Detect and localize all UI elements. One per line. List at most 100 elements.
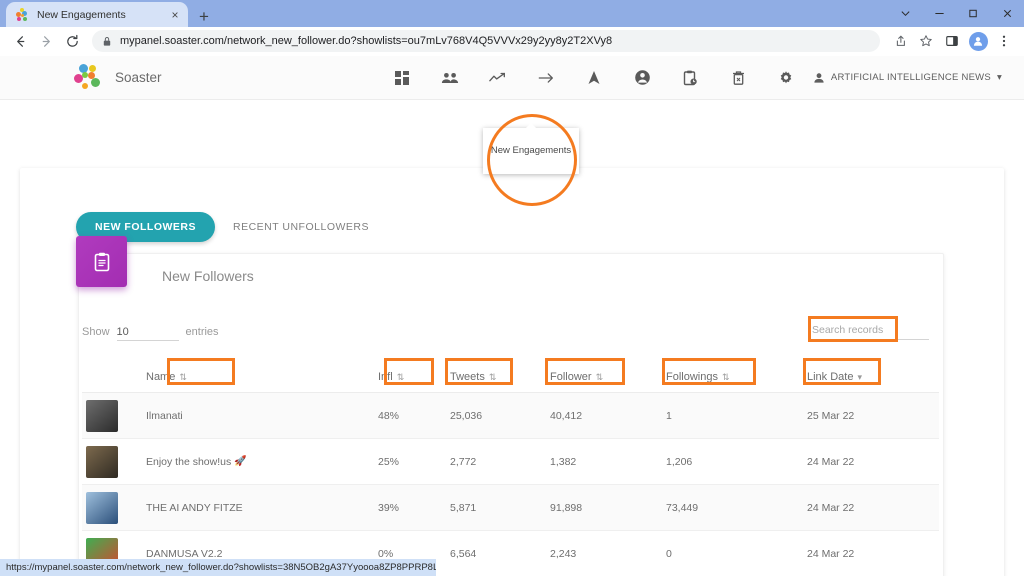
follower-name: THE AI ANDY FITZE	[146, 501, 243, 514]
cell-link-date: 24 Mar 22	[803, 484, 939, 531]
follower-name: Enjoy the show!us	[146, 455, 232, 468]
new-tab-button[interactable]: +	[199, 8, 209, 25]
back-icon[interactable]	[8, 29, 32, 53]
tab-title: New Engagements	[37, 8, 126, 21]
cell-follower: 91,898	[546, 484, 662, 531]
browser-tab[interactable]: New Engagements ×	[6, 2, 188, 27]
follower-name: DANMUSA V2.2	[146, 547, 223, 560]
clipboard-icon	[76, 236, 127, 287]
reload-icon[interactable]	[60, 29, 84, 53]
trash-delete-icon[interactable]	[728, 68, 748, 88]
followers-table: Name ⇅ Infl ⇅ Tweets ⇅ Follower ⇅ Follow…	[82, 364, 939, 576]
cell-infl: 39%	[374, 484, 446, 531]
three-dot-menu-icon[interactable]	[992, 29, 1016, 53]
cell-followings: 1,206	[662, 438, 803, 485]
address-bar[interactable]: mypanel.soaster.com/network_new_follower…	[92, 30, 880, 52]
share-icon[interactable]	[888, 29, 912, 53]
browser-window: New Engagements × + mypanel.soaster.com/…	[0, 0, 1024, 576]
settings-gear-icon[interactable]	[776, 68, 796, 88]
col-follower-label: Follower	[550, 371, 592, 383]
user-menu-label: ARTIFICIAL INTELLIGENCE NEWS	[830, 72, 991, 83]
arrow-right-icon[interactable]	[536, 68, 556, 88]
cell-name: THE AI ANDY FITZE	[142, 484, 374, 531]
table-header-row: Name ⇅ Infl ⇅ Tweets ⇅ Follower ⇅ Follow…	[82, 364, 939, 393]
soaster-logo-icon	[74, 63, 104, 92]
table-row[interactable]: THE AI ANDY FITZE 39% 5,871 91,898 73,449 24 …	[82, 484, 939, 531]
cell-followings: 1	[662, 392, 803, 439]
cell-link-date: 24 Mar 22	[803, 438, 939, 485]
cell-follower: 40,412	[546, 392, 662, 439]
chevron-down-icon: ▾	[996, 72, 1002, 83]
app-nav-icons	[392, 68, 796, 88]
col-name[interactable]: Name ⇅	[142, 364, 374, 393]
brand[interactable]: Soaster	[74, 63, 162, 92]
status-bar-link: https://mypanel.soaster.com/network_new_…	[0, 559, 436, 576]
col-name-label: Name	[146, 371, 176, 383]
name-emoji-icon: 🚀	[234, 456, 247, 467]
col-infl-label: Infl	[378, 371, 393, 383]
col-link-date-label: Link Date	[807, 371, 854, 383]
col-tweets[interactable]: Tweets ⇅	[446, 364, 546, 393]
col-link-date[interactable]: Link Date ▾	[803, 364, 939, 393]
tab-search-chevron-icon[interactable]	[888, 0, 922, 27]
forward-icon[interactable]	[34, 29, 58, 53]
brand-name: Soaster	[115, 70, 162, 85]
browser-toolbar: mypanel.soaster.com/network_new_follower…	[0, 27, 1024, 56]
entries-per-page-select[interactable]: 10	[116, 326, 179, 341]
col-infl[interactable]: Infl ⇅	[374, 364, 446, 393]
bookmark-star-icon[interactable]	[914, 29, 938, 53]
cell-name: Enjoy the show!us 🚀	[142, 438, 374, 485]
col-followings[interactable]: Followings ⇅	[662, 364, 803, 393]
cell-name: Ilmanati	[142, 392, 374, 439]
col-avatar	[82, 364, 142, 393]
sort-icon-followings: ⇅	[721, 372, 730, 382]
tab-strip: New Engagements × +	[0, 0, 1024, 27]
avatar-man-suit	[86, 491, 118, 524]
cell-link-date: 25 Mar 22	[803, 392, 939, 439]
url-text: mypanel.soaster.com/network_new_follower…	[120, 35, 613, 47]
cell-link-date: 24 Mar 22	[803, 530, 939, 576]
sort-icon-tweets: ⇅	[488, 372, 497, 382]
table-row[interactable]: Ilmanati 48% 25,036 40,412 1 25 Mar 22	[82, 392, 939, 439]
table-body: Ilmanati 48% 25,036 40,412 1 25 Mar 22 Enjoy t…	[82, 392, 939, 576]
trending-chart-icon[interactable]	[488, 68, 508, 88]
person-icon	[813, 72, 825, 84]
col-follower[interactable]: Follower ⇅	[546, 364, 662, 393]
avatar-seal-emblem	[86, 399, 118, 432]
close-window-icon[interactable]	[990, 0, 1024, 27]
search-input[interactable]	[811, 322, 929, 340]
side-panel-icon[interactable]	[940, 29, 964, 53]
cell-tweets: 25,036	[446, 392, 546, 439]
tab-recent-unfollowers[interactable]: RECENT UNFOLLOWERS	[233, 221, 369, 233]
cell-infl: 25%	[374, 438, 446, 485]
profile-avatar-icon[interactable]	[966, 29, 990, 53]
cell-tweets: 6,564	[446, 530, 546, 576]
col-followings-label: Followings	[666, 371, 718, 383]
col-tweets-label: Tweets	[450, 371, 485, 383]
window-controls	[888, 0, 1024, 27]
sort-icon-name: ⇅	[179, 372, 187, 382]
minimize-icon[interactable]	[922, 0, 956, 27]
cell-followings: 0	[662, 530, 803, 576]
maximize-icon[interactable]	[956, 0, 990, 27]
follower-name: Ilmanati	[146, 409, 183, 422]
sort-icon-infl: ⇅	[396, 372, 405, 382]
table-row[interactable]: Enjoy the show!us 🚀 25% 2,772 1,382 1,206 24 M…	[82, 438, 939, 485]
navigation-pin-icon[interactable]	[584, 68, 604, 88]
account-circle-icon[interactable]	[632, 68, 652, 88]
app-header: Soaster ARTIFICIAL INTELLIGENCE NEWS ▾	[0, 56, 1024, 100]
cell-follower: 2,243	[546, 530, 662, 576]
people-icon[interactable]	[440, 68, 460, 88]
clipboard-clock-icon[interactable]	[680, 68, 700, 88]
user-menu[interactable]: ARTIFICIAL INTELLIGENCE NEWS ▾	[813, 72, 1002, 84]
tab-close-icon[interactable]: ×	[168, 9, 182, 21]
lock-icon	[102, 36, 112, 47]
sort-icon-link-date: ▾	[857, 372, 863, 382]
sort-icon-follower: ⇅	[595, 372, 604, 382]
cell-tweets: 2,772	[446, 438, 546, 485]
show-label: Show	[82, 326, 110, 338]
card-title: New Followers	[162, 268, 254, 284]
dashboard-grid-icon[interactable]	[392, 68, 412, 88]
page-viewport: Soaster ARTIFICIAL INTELLIGENCE NEWS ▾ N…	[0, 56, 1024, 576]
page-card: NEW FOLLOWERS RECENT UNFOLLOWERS New Fol…	[20, 168, 1004, 576]
